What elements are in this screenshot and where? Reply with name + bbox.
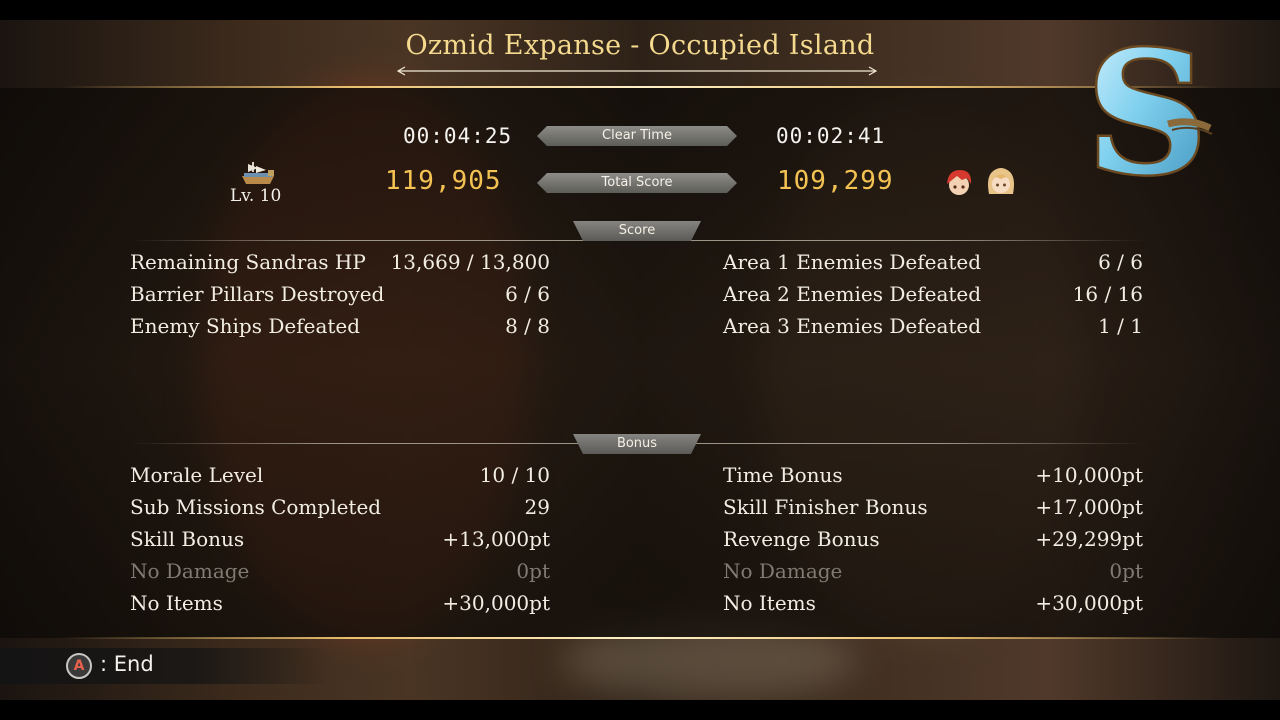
total-score-header: Total Score <box>537 173 737 193</box>
score-label: Area 3 Enemies Defeated <box>723 314 982 338</box>
bonus-row-no-damage: No Damage 0pt <box>130 555 550 587</box>
bonus-label: Revenge Bonus <box>723 527 880 551</box>
score-row-area-2: Area 2 Enemies Defeated 16 / 16 <box>723 278 1143 310</box>
bonus-value: 29 <box>524 495 550 519</box>
bonus-section-tab: Bonus <box>573 434 701 454</box>
bonus-label: No Items <box>723 591 816 615</box>
bonus-label: Sub Missions Completed <box>130 495 382 519</box>
bonus-label: Morale Level <box>130 463 264 487</box>
top-letterbox <box>0 0 1280 20</box>
score-row-barrier-pillars: Barrier Pillars Destroyed 6 / 6 <box>130 278 550 310</box>
bonus-label: No Damage <box>723 559 843 583</box>
bonus-label: Skill Bonus <box>130 527 245 551</box>
score-label: Area 2 Enemies Defeated <box>723 282 982 306</box>
rival-clear-time: 00:02:41 <box>776 124 886 148</box>
bonus-value: +30,000pt <box>442 591 550 615</box>
bonus-row-skill-finisher: Skill Finisher Bonus +17,000pt <box>723 491 1143 523</box>
end-prompt-bar <box>0 648 330 684</box>
bonus-value: +13,000pt <box>442 527 550 551</box>
score-value: 6 / 6 <box>1098 250 1143 274</box>
score-row-area-3: Area 3 Enemies Defeated 1 / 1 <box>723 310 1143 342</box>
svg-text:S: S <box>1086 32 1207 192</box>
bonus-row-revenge-bonus: Revenge Bonus +29,299pt <box>723 523 1143 555</box>
bonus-label: Time Bonus <box>723 463 843 487</box>
score-value: 8 / 8 <box>505 314 550 338</box>
score-value: 6 / 6 <box>505 282 550 306</box>
a-button-icon[interactable]: A <box>66 653 92 679</box>
bonus-row-morale-level: Morale Level 10 / 10 <box>130 459 550 491</box>
bonus-label: Skill Finisher Bonus <box>723 495 928 519</box>
score-section-tab: Score <box>573 221 701 241</box>
score-value: 13,669 / 13,800 <box>390 250 550 274</box>
player-clear-time: 00:04:25 <box>403 124 513 148</box>
bonus-value: 0pt <box>516 559 550 583</box>
bonus-row-skill-bonus: Skill Bonus +13,000pt <box>130 523 550 555</box>
bonus-label: No Items <box>130 591 223 615</box>
blonde-character-avatar-icon <box>988 168 1014 194</box>
results-screen: Ozmid Expanse - Occupied Island Lv. 10 0… <box>0 0 1280 720</box>
party-level: Lv. 10 <box>230 186 282 206</box>
score-row-remaining-sandras-hp: Remaining Sandras HP 13,669 / 13,800 <box>130 246 550 278</box>
rival-total-score: 109,299 <box>777 166 894 196</box>
bonus-value: 10 / 10 <box>479 463 550 487</box>
bonus-label: No Damage <box>130 559 250 583</box>
bonus-row-sub-missions: Sub Missions Completed 29 <box>130 491 550 523</box>
bonus-value: +10,000pt <box>1035 463 1143 487</box>
score-row-area-1: Area 1 Enemies Defeated 6 / 6 <box>723 246 1143 278</box>
end-action-label[interactable]: : End <box>100 652 154 676</box>
title-underline-arrow-icon <box>396 66 878 76</box>
score-label: Barrier Pillars Destroyed <box>130 282 385 306</box>
score-row-enemy-ships: Enemy Ships Defeated 8 / 8 <box>130 310 550 342</box>
score-label: Remaining Sandras HP <box>130 250 366 274</box>
clear-time-header: Clear Time <box>537 126 737 146</box>
player-total-score: 119,905 <box>385 166 502 196</box>
top-gold-line <box>60 86 1220 88</box>
bonus-row-time-bonus: Time Bonus +10,000pt <box>723 459 1143 491</box>
bonus-row-no-items: No Items +30,000pt <box>723 587 1143 619</box>
bottom-letterbox <box>0 700 1280 720</box>
score-label: Area 1 Enemies Defeated <box>723 250 982 274</box>
bonus-value: +30,000pt <box>1035 591 1143 615</box>
bonus-row-no-damage: No Damage 0pt <box>723 555 1143 587</box>
score-label: Enemy Ships Defeated <box>130 314 361 338</box>
bottom-gold-line <box>60 637 1220 639</box>
score-value: 1 / 1 <box>1098 314 1143 338</box>
bonus-value: 0pt <box>1109 559 1143 583</box>
score-value: 16 / 16 <box>1072 282 1143 306</box>
red-haired-character-avatar-icon <box>947 170 972 195</box>
bonus-value: +17,000pt <box>1035 495 1143 519</box>
rank-s-emblem-icon: S <box>1084 32 1213 192</box>
bonus-row-no-items: No Items +30,000pt <box>130 587 550 619</box>
bonus-value: +29,299pt <box>1035 527 1143 551</box>
